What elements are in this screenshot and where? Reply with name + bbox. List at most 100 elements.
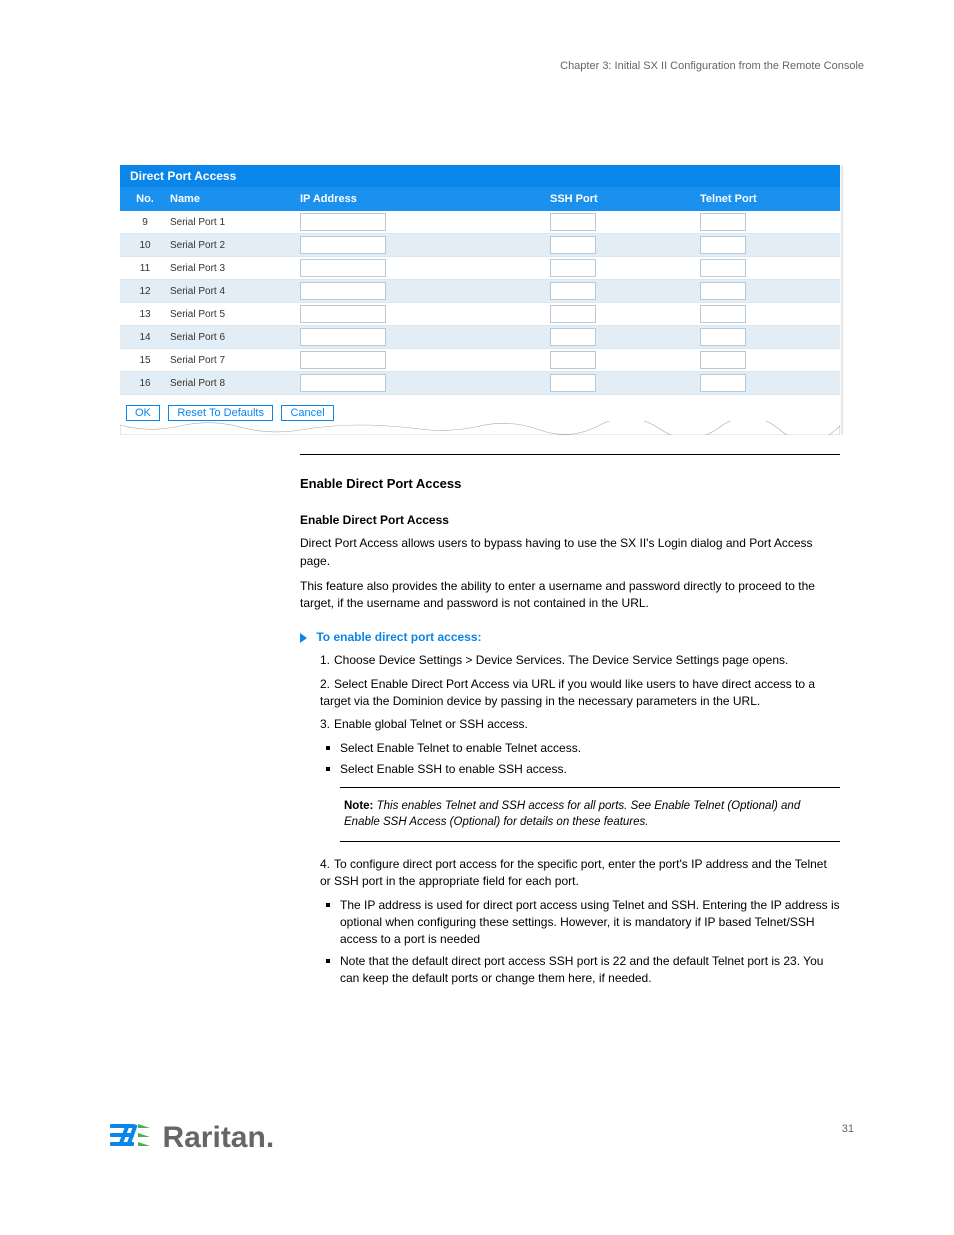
list-item: Select Enable Telnet to enable Telnet ac…: [340, 740, 840, 757]
cell-ip: [300, 305, 550, 323]
ip-input[interactable]: [300, 236, 386, 254]
cell-ssh: [550, 305, 700, 323]
note-text: This enables Telnet and SSH access for a…: [344, 800, 800, 829]
ip-input[interactable]: [300, 213, 386, 231]
brand-wordmark: Raritan.: [162, 1121, 274, 1155]
ip-input[interactable]: [300, 282, 386, 300]
cell-telnet: [700, 259, 840, 277]
telnet-port-input[interactable]: [700, 213, 746, 231]
cell-ip: [300, 328, 550, 346]
step-text: Choose Device Settings > Device Services…: [334, 653, 788, 667]
procedure-heading-text: To enable direct port access:: [316, 630, 481, 644]
cell-no: 13: [120, 309, 170, 320]
paragraph: Direct Port Access allows users to bypas…: [300, 535, 840, 570]
cell-ssh: [550, 374, 700, 392]
step-item: 2.Select Enable Direct Port Access via U…: [320, 676, 840, 711]
cell-ip: [300, 374, 550, 392]
arrow-icon: [300, 633, 307, 643]
table-row: 9Serial Port 1: [120, 211, 840, 234]
telnet-port-input[interactable]: [700, 282, 746, 300]
cell-ip: [300, 236, 550, 254]
cell-ssh: [550, 236, 700, 254]
header-ssh: SSH Port: [550, 193, 700, 205]
ssh-port-input[interactable]: [550, 282, 596, 300]
torn-paper-edge: [120, 421, 840, 435]
page-chapter-header: Chapter 3: Initial SX II Configuration f…: [300, 60, 864, 72]
telnet-port-input[interactable]: [700, 305, 746, 323]
procedure-heading: To enable direct port access:: [300, 629, 840, 646]
cell-no: 12: [120, 286, 170, 297]
table-header-row: No. Name IP Address SSH Port Telnet Port: [120, 187, 840, 211]
panel-right-shadow: [840, 165, 843, 435]
cell-name: Serial Port 3: [170, 263, 300, 274]
cell-ssh: [550, 351, 700, 369]
step-item: 1.Choose Device Settings > Device Servic…: [320, 652, 840, 669]
table-row: 15Serial Port 7: [120, 349, 840, 372]
step-text: To configure direct port access for the …: [320, 857, 827, 888]
table-row: 13Serial Port 5: [120, 303, 840, 326]
ssh-port-input[interactable]: [550, 328, 596, 346]
cell-telnet: [700, 351, 840, 369]
cell-no: 14: [120, 332, 170, 343]
cell-ssh: [550, 213, 700, 231]
cell-name: Serial Port 5: [170, 309, 300, 320]
brand-logo: Raritan.: [110, 1120, 274, 1155]
cell-telnet: [700, 374, 840, 392]
cell-name: Serial Port 8: [170, 378, 300, 389]
cell-no: 9: [120, 217, 170, 228]
ip-input[interactable]: [300, 305, 386, 323]
telnet-port-input[interactable]: [700, 259, 746, 277]
cell-telnet: [700, 236, 840, 254]
step-text: Select Enable Direct Port Access via URL…: [320, 677, 815, 708]
telnet-port-input[interactable]: [700, 351, 746, 369]
cell-no: 16: [120, 378, 170, 389]
step-item: 4.To configure direct port access for th…: [320, 856, 840, 891]
cell-ip: [300, 259, 550, 277]
ssh-port-input[interactable]: [550, 213, 596, 231]
brand-icon: [110, 1120, 154, 1155]
cell-name: Serial Port 7: [170, 355, 300, 366]
header-no: No.: [120, 193, 170, 205]
screenshot-panel: Direct Port Access No. Name IP Address S…: [120, 165, 840, 435]
list-item: Select Enable SSH to enable SSH access.: [340, 761, 840, 778]
ssh-port-input[interactable]: [550, 374, 596, 392]
cell-name: Serial Port 1: [170, 217, 300, 228]
button-row: OK Reset To Defaults Cancel: [120, 395, 840, 421]
list-item: The IP address is used for direct port a…: [340, 897, 840, 949]
note-block: Note: This enables Telnet and SSH access…: [340, 787, 840, 842]
ssh-port-input[interactable]: [550, 259, 596, 277]
ssh-port-input[interactable]: [550, 236, 596, 254]
telnet-port-input[interactable]: [700, 328, 746, 346]
cell-ip: [300, 282, 550, 300]
ip-input[interactable]: [300, 351, 386, 369]
divider: [300, 454, 840, 455]
ip-input[interactable]: [300, 328, 386, 346]
step-text: Enable global Telnet or SSH access.: [334, 717, 528, 731]
note-label: Note:: [344, 800, 373, 812]
cell-telnet: [700, 282, 840, 300]
ip-input[interactable]: [300, 259, 386, 277]
reset-button[interactable]: Reset To Defaults: [168, 405, 273, 421]
ssh-port-input[interactable]: [550, 305, 596, 323]
telnet-port-input[interactable]: [700, 236, 746, 254]
panel-title: Direct Port Access: [120, 165, 840, 187]
cell-ssh: [550, 282, 700, 300]
cell-ip: [300, 351, 550, 369]
cell-ip: [300, 213, 550, 231]
page-number: 31: [842, 1123, 854, 1135]
cell-no: 11: [120, 263, 170, 274]
ip-input[interactable]: [300, 374, 386, 392]
step-item: 3.Enable global Telnet or SSH access.: [320, 716, 840, 733]
ok-button[interactable]: OK: [126, 405, 160, 421]
telnet-port-input[interactable]: [700, 374, 746, 392]
cell-no: 10: [120, 240, 170, 251]
table-row: 16Serial Port 8: [120, 372, 840, 395]
table-row: 11Serial Port 3: [120, 257, 840, 280]
section-heading: Enable Direct Port Access: [300, 475, 840, 494]
table-row: 10Serial Port 2: [120, 234, 840, 257]
ssh-port-input[interactable]: [550, 351, 596, 369]
cancel-button[interactable]: Cancel: [281, 405, 333, 421]
cell-name: Serial Port 4: [170, 286, 300, 297]
cell-ssh: [550, 328, 700, 346]
cell-no: 15: [120, 355, 170, 366]
